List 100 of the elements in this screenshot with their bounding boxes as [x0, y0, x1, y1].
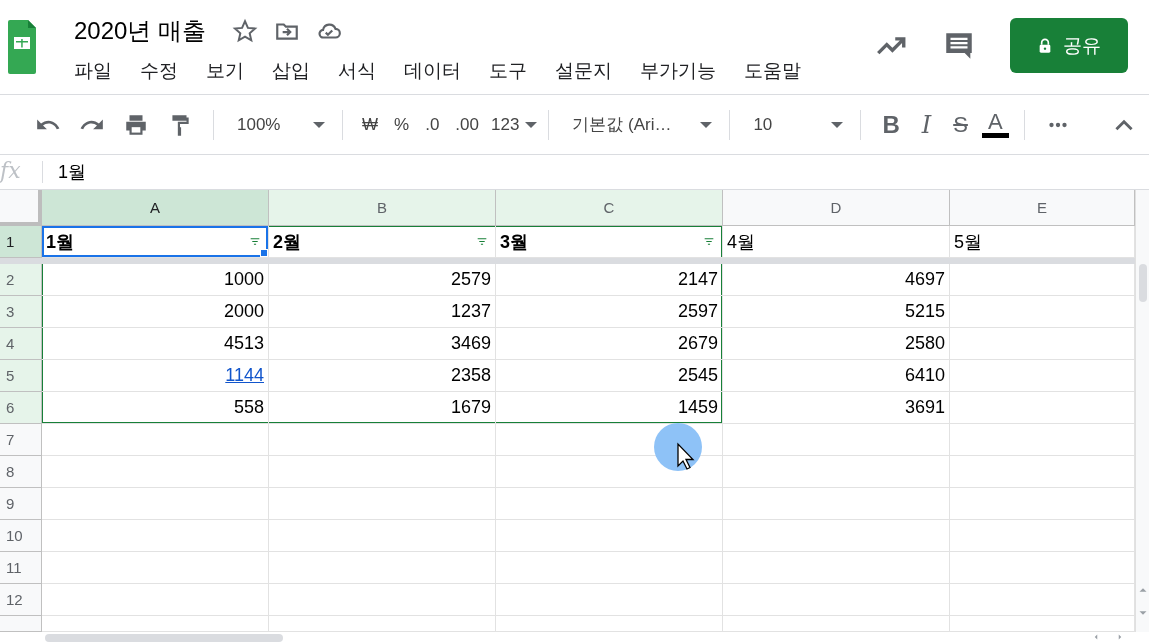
cell-link[interactable]: 1144	[225, 365, 264, 386]
menu-item[interactable]: 부가기능	[640, 56, 730, 86]
table-cell[interactable]: 2580	[723, 328, 950, 360]
column-header[interactable]: C	[496, 190, 723, 226]
table-cell[interactable]: 1144	[42, 360, 269, 392]
scroll-thumb[interactable]	[1139, 264, 1147, 302]
cell-text: 3월	[500, 230, 528, 254]
table-cell[interactable]	[269, 424, 496, 456]
table-cell[interactable]	[42, 456, 269, 488]
menu-item[interactable]: 데이터	[404, 56, 475, 86]
table-cell[interactable]	[269, 520, 496, 552]
table-cell[interactable]	[269, 488, 496, 520]
row-header[interactable]: 2	[0, 264, 42, 296]
menu-item[interactable]: 설문지	[555, 56, 626, 86]
table-cell[interactable]	[269, 456, 496, 488]
caret-icon	[700, 121, 713, 128]
table-cell[interactable]: 1679	[269, 392, 496, 424]
row-header[interactable]: 4	[0, 328, 42, 360]
table-cell[interactable]	[723, 520, 950, 552]
table-cell[interactable]: 2147	[496, 264, 723, 296]
table-cell[interactable]	[42, 520, 269, 552]
menu-item[interactable]: 파일	[74, 56, 126, 86]
table-cell[interactable]: 1459	[496, 392, 723, 424]
table-cell[interactable]: 2579	[269, 264, 496, 296]
font-size-dropdown[interactable]: 10	[741, 108, 850, 141]
spreadsheet-logo[interactable]	[8, 20, 36, 74]
row-header[interactable]: 12	[0, 584, 42, 616]
strikethrough-button[interactable]: S	[943, 111, 978, 138]
menu-item[interactable]: 도구	[489, 56, 541, 86]
row-header[interactable]: 3	[0, 296, 42, 328]
italic-button[interactable]: I	[909, 110, 944, 139]
table-cell[interactable]	[496, 488, 723, 520]
table-cell[interactable]: 3469	[269, 328, 496, 360]
caret-icon	[313, 121, 325, 128]
table-cell[interactable]: 3691	[723, 392, 950, 424]
currency-button[interactable]: ₩	[354, 108, 387, 141]
table-cell[interactable]	[269, 552, 496, 584]
table-cell[interactable]	[723, 584, 950, 616]
percent-button[interactable]: %	[386, 108, 418, 141]
select-all-corner[interactable]	[0, 190, 42, 226]
table-cell[interactable]: 4697	[723, 264, 950, 296]
bold-button[interactable]: B	[872, 110, 910, 139]
row-header[interactable]: 6	[0, 392, 42, 424]
share-button[interactable]: 공유	[1010, 18, 1128, 73]
table-cell[interactable]: 2월	[269, 226, 496, 258]
table-cell[interactable]	[723, 488, 950, 520]
table-cell[interactable]	[42, 584, 269, 616]
number-format-dropdown[interactable]: 123	[487, 108, 538, 141]
table-cell[interactable]	[269, 584, 496, 616]
table-cell[interactable]	[42, 552, 269, 584]
row-header[interactable]: 1	[0, 226, 42, 258]
increase-decimals-button[interactable]: .00	[447, 108, 487, 141]
table-cell[interactable]: 558	[42, 392, 269, 424]
cell-text: 2월	[273, 230, 301, 254]
table-cell[interactable]	[496, 520, 723, 552]
table-cell[interactable]: 1237	[269, 296, 496, 328]
row-header[interactable]: 11	[0, 552, 42, 584]
column-header[interactable]: D	[723, 190, 950, 226]
table-cell[interactable]: 6410	[723, 360, 950, 392]
table-cell[interactable]: 2597	[496, 296, 723, 328]
table-cell[interactable]	[723, 424, 950, 456]
table-cell[interactable]: 1월	[42, 226, 269, 258]
table-cell[interactable]: 2679	[496, 328, 723, 360]
table-cell[interactable]	[496, 552, 723, 584]
column-header[interactable]: A	[42, 190, 269, 226]
document-title[interactable]: 2020년 매출	[74, 15, 207, 47]
font-dropdown[interactable]: 기본값 (Ari…	[560, 107, 719, 142]
menu-item[interactable]: 수정	[140, 56, 192, 86]
menu-item[interactable]: 삽입	[272, 56, 324, 86]
table-cell[interactable]: 3월	[496, 226, 723, 258]
column-header[interactable]: B	[269, 190, 496, 226]
table-cell[interactable]: 2358	[269, 360, 496, 392]
row-header[interactable]	[0, 616, 42, 632]
table-cell[interactable]	[42, 488, 269, 520]
table-cell[interactable]	[723, 552, 950, 584]
menu-item[interactable]: 도움말	[744, 56, 815, 86]
row-header[interactable]: 8	[0, 456, 42, 488]
formula-input[interactable]: 1월	[43, 160, 86, 184]
row-header[interactable]: 10	[0, 520, 42, 552]
row-header[interactable]: 7	[0, 424, 42, 456]
table-cell[interactable]: 2545	[496, 360, 723, 392]
table-cell[interactable]: 5215	[723, 296, 950, 328]
caret-icon	[831, 121, 844, 128]
table-cell[interactable]: 4513	[42, 328, 269, 360]
table-cell[interactable]	[723, 456, 950, 488]
column-header[interactable]: E	[950, 190, 1135, 226]
zoom-dropdown[interactable]: 100%	[225, 108, 331, 141]
row-header[interactable]: 5	[0, 360, 42, 392]
row-header[interactable]: 9	[0, 488, 42, 520]
scroll-thumb[interactable]	[45, 634, 283, 642]
decrease-decimals-button[interactable]: .0	[417, 108, 448, 141]
text-color-button[interactable]: A	[981, 111, 1009, 138]
table-cell[interactable]: 1000	[42, 264, 269, 296]
star-icon[interactable]	[232, 18, 259, 44]
menu-item[interactable]: 서식	[338, 56, 390, 86]
table-cell[interactable]	[42, 424, 269, 456]
fill-handle[interactable]	[260, 249, 268, 257]
table-cell[interactable]	[496, 584, 723, 616]
menu-item[interactable]: 보기	[206, 56, 258, 86]
table-cell[interactable]: 2000	[42, 296, 269, 328]
